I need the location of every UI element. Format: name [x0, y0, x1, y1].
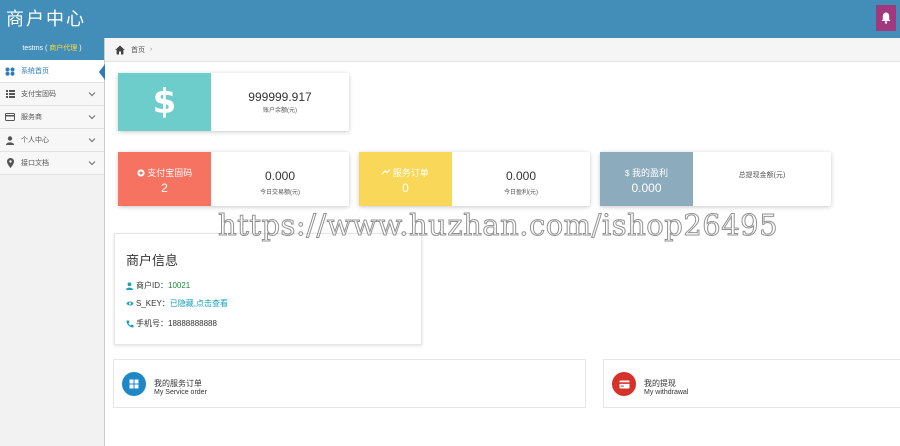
breadcrumb-separator: › — [150, 46, 153, 53]
dashboard-icon — [5, 66, 15, 76]
chevron-down-icon — [88, 161, 96, 166]
sidebar-item-alipay[interactable]: 支付宝固码 — [0, 83, 104, 106]
chevron-down-icon — [88, 138, 96, 143]
stat-title: 我的盈利 — [631, 168, 668, 178]
stat-info: 0.000 今日盈利(元) — [452, 152, 590, 206]
sidebar-item-label: 支付宝固码 — [21, 91, 56, 98]
stat-card-service-orders: 服务订单 0 0.000 今日盈利(元) — [359, 152, 590, 206]
user-role-badge: 商户代理 — [49, 45, 78, 52]
stat-label: 今日盈利(元) — [504, 190, 538, 196]
dollar-icon: $ — [152, 82, 177, 122]
dollar-icon: $ — [625, 169, 630, 178]
top-navbar: 商户中心 — [0, 0, 900, 38]
balance-label: 账户余额(元) — [263, 108, 297, 114]
stat-title: 支付宝固码 — [147, 168, 193, 178]
my-withdrawal-link[interactable]: 我的提现 My withdrawal — [603, 359, 900, 408]
notification-button[interactable] — [876, 5, 896, 31]
stat-value: 0.000 — [264, 169, 296, 183]
home-icon[interactable] — [115, 45, 125, 55]
credit-card-icon — [5, 112, 15, 122]
stat-icon-panel: 支付宝固码 2 — [118, 152, 211, 206]
stat-info: 总提现金额(元) — [693, 152, 831, 206]
balance-card: $ 999999.917 账户余额(元) — [118, 73, 349, 131]
balance-value: 999999.917 — [248, 90, 312, 104]
sidebar-item-home[interactable]: 系统首页 — [0, 60, 105, 83]
stat-icon-panel: $ 我的盈利 0.000 — [600, 152, 693, 206]
stat-card-my-profit: $ 我的盈利 0.000 总提现金额(元) — [600, 152, 831, 206]
watermark-text: https://www.huzhan.com/ishop26495 — [217, 208, 779, 243]
skey-label: S_KEY： — [136, 299, 170, 308]
app-title: 商户中心 — [6, 9, 86, 30]
merchant-id-value: 10021 — [168, 281, 191, 290]
alipay-icon — [137, 169, 145, 177]
merchant-info-title: 商户信息 — [126, 253, 179, 268]
bell-icon — [881, 12, 891, 24]
stat-icon-panel: 服务订单 0 — [359, 152, 452, 206]
balance-icon-panel: $ — [118, 73, 211, 131]
user-icon — [5, 135, 15, 145]
sidebar-item-service[interactable]: 服务商 — [0, 106, 104, 129]
eye-icon — [126, 300, 134, 308]
sidebar: testms ( 商户代理 ) 系统首页 支付宝固码 服务商 个人中心 接口文档 — [0, 38, 105, 446]
merchant-id-label: 商户ID： — [136, 281, 168, 290]
service-orders-subtitle: My Service order — [154, 389, 207, 396]
stat-title: 服务订单 — [392, 168, 429, 178]
sidebar-item-label: 服务商 — [21, 114, 42, 121]
phone-row: 手机号： 18888888888 — [126, 318, 217, 329]
active-indicator — [99, 64, 105, 80]
stat-label: 总提现金额(元) — [738, 172, 786, 179]
list-icon — [5, 89, 15, 99]
map-marker-icon — [5, 158, 15, 168]
phone-value: 18888888888 — [168, 319, 217, 328]
stat-value: 0.000 — [505, 169, 537, 183]
card-icon — [612, 372, 636, 396]
breadcrumb: 首页 › — [105, 38, 900, 62]
stat-card-alipay: 支付宝固码 2 0.000 今日交易额(元) — [118, 152, 349, 206]
stat-count: 0 — [402, 181, 409, 195]
merchant-id-row: 商户ID： 10021 — [126, 280, 190, 291]
grid-icon — [122, 372, 146, 396]
chart-icon — [381, 169, 391, 175]
my-service-orders-link[interactable]: 我的服务订单 My Service order — [113, 359, 586, 408]
withdrawal-title: 我的提现 — [644, 379, 676, 388]
withdrawal-subtitle: My withdrawal — [644, 389, 689, 396]
user-info: testms ( 商户代理 ) — [0, 38, 104, 60]
stat-info: 0.000 今日交易额(元) — [211, 152, 349, 206]
breadcrumb-home[interactable]: 首页 — [131, 45, 145, 55]
skey-row: S_KEY： 已隐藏,点击查看 — [126, 298, 228, 309]
stat-count: 2 — [161, 181, 168, 195]
sidebar-item-label: 接口文档 — [21, 160, 49, 167]
stat-label: 今日交易额(元) — [260, 190, 300, 196]
phone-label: 手机号： — [136, 319, 168, 328]
stat-count: 0.000 — [631, 181, 662, 195]
sidebar-item-label: 系统首页 — [21, 68, 49, 75]
chevron-down-icon — [88, 92, 96, 97]
service-orders-title: 我的服务订单 — [154, 379, 202, 388]
username: testms — [22, 45, 44, 52]
sidebar-item-label: 个人中心 — [21, 137, 49, 144]
sidebar-item-api-docs[interactable]: 接口文档 — [0, 152, 104, 175]
skey-reveal-link[interactable]: 已隐藏,点击查看 — [170, 298, 228, 309]
chevron-down-icon — [88, 115, 96, 120]
phone-icon — [126, 320, 134, 328]
balance-info: 999999.917 账户余额(元) — [211, 73, 349, 131]
sidebar-item-profile[interactable]: 个人中心 — [0, 129, 104, 152]
user-icon — [126, 281, 134, 290]
merchant-info-panel: 商户信息 商户ID： 10021 S_KEY： 已隐藏,点击查看 手机号： 18… — [114, 233, 422, 345]
